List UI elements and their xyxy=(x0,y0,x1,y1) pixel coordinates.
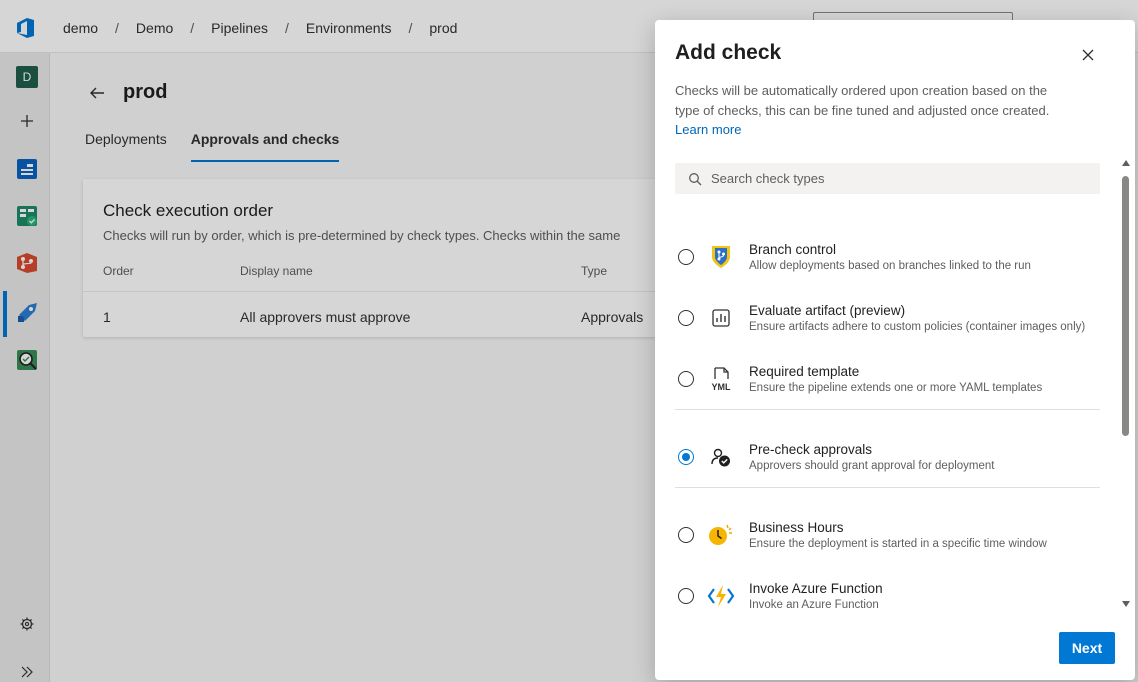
radio-button[interactable] xyxy=(678,588,694,604)
list-divider xyxy=(675,487,1100,488)
check-option-name: Invoke Azure Function xyxy=(749,581,883,596)
check-option-name: Pre-check approvals xyxy=(749,442,873,457)
close-button[interactable] xyxy=(1078,45,1098,65)
scroll-thumb[interactable] xyxy=(1122,176,1129,436)
check-option-description: Ensure artifacts adhere to custom polici… xyxy=(749,321,1086,333)
business-hours-icon xyxy=(707,521,735,549)
scroll-up-arrow-icon[interactable] xyxy=(1122,160,1130,166)
add-check-panel: Add check Checks will be automatically o… xyxy=(655,20,1135,680)
azure-function-icon xyxy=(707,582,735,610)
radio-button[interactable] xyxy=(678,249,694,265)
learn-more-link[interactable]: Learn more xyxy=(675,122,741,137)
check-option-pre-check-approvals[interactable]: Pre-check approvals Approvers should gra… xyxy=(675,428,1100,478)
check-option-name: Evaluate artifact (preview) xyxy=(749,303,906,318)
check-option-description: Approvers should grant approval for depl… xyxy=(749,460,995,472)
radio-button[interactable] xyxy=(678,371,694,387)
panel-description-text: Checks will be automatically ordered upo… xyxy=(675,83,1050,118)
yaml-icon-label: YML xyxy=(712,382,732,392)
check-option-description: Invoke an Azure Function xyxy=(749,599,879,611)
next-button[interactable]: Next xyxy=(1059,632,1115,664)
scroll-down-arrow-icon[interactable] xyxy=(1122,601,1130,607)
radio-button[interactable] xyxy=(678,527,694,543)
branch-control-icon xyxy=(707,243,735,271)
approval-icon xyxy=(707,443,735,471)
radio-button-selected[interactable] xyxy=(678,449,694,465)
check-option-required-template[interactable]: YML Required template Ensure the pipelin… xyxy=(675,350,1100,400)
list-divider xyxy=(675,409,1100,410)
yaml-template-icon: YML xyxy=(707,365,735,393)
check-option-business-hours[interactable]: Business Hours Ensure the deployment is … xyxy=(675,506,1100,556)
search-icon xyxy=(689,172,702,185)
check-option-branch-control[interactable]: Branch control Allow deployments based o… xyxy=(675,228,1100,278)
search-check-types[interactable] xyxy=(675,163,1100,194)
close-icon xyxy=(1082,49,1094,61)
search-input[interactable] xyxy=(711,171,1091,186)
panel-title: Add check xyxy=(675,41,782,64)
evaluate-artifact-icon xyxy=(707,304,735,332)
check-option-description: Ensure the pipeline extends one or more … xyxy=(749,382,1043,394)
check-option-evaluate-artifact[interactable]: Evaluate artifact (preview) Ensure artif… xyxy=(675,289,1100,339)
radio-button[interactable] xyxy=(678,310,694,326)
check-option-invoke-azure-function[interactable]: Invoke Azure Function Invoke an Azure Fu… xyxy=(675,567,1100,617)
panel-scrollbar[interactable] xyxy=(1120,160,1130,610)
check-option-name: Required template xyxy=(749,364,860,379)
check-option-description: Ensure the deployment is started in a sp… xyxy=(749,538,1047,550)
check-option-name: Business Hours xyxy=(749,520,844,535)
panel-description: Checks will be automatically ordered upo… xyxy=(675,81,1075,140)
check-option-description: Allow deployments based on branches link… xyxy=(749,260,1031,272)
check-option-name: Branch control xyxy=(749,242,837,257)
